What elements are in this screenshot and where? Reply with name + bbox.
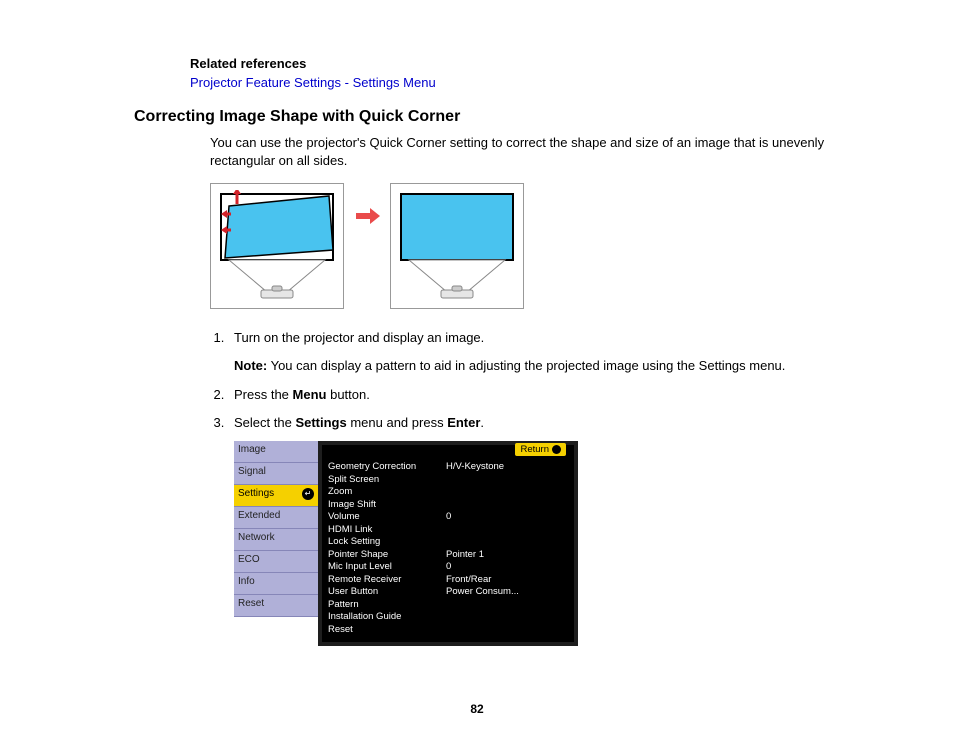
menu-row[interactable]: Zoom (328, 486, 568, 499)
step-3-bold-1: Settings (295, 415, 346, 430)
menu-row[interactable]: Image Shift (328, 499, 568, 512)
step-1: Turn on the projector and display an ima… (228, 329, 844, 374)
menu-row-label: Geometry Correction (328, 461, 446, 474)
enter-icon: ↵ (302, 488, 314, 500)
menu-row-label: Volume (328, 511, 446, 524)
menu-row-label: Split Screen (328, 474, 446, 487)
menu-row[interactable]: Mic Input Level0 (328, 561, 568, 574)
menu-row-label: Reset (328, 624, 446, 637)
nav-reset[interactable]: Reset (234, 595, 318, 617)
return-icon (552, 445, 561, 454)
menu-row-value (446, 499, 568, 512)
menu-row-value (446, 486, 568, 499)
menu-row[interactable]: Split Screen (328, 474, 568, 487)
related-references-link[interactable]: Projector Feature Settings - Settings Me… (190, 75, 844, 90)
step-3: Select the Settings menu and press Enter… (228, 414, 844, 432)
menu-row-value: Pointer 1 (446, 549, 568, 562)
nav-settings-label: Settings (238, 488, 274, 499)
menu-row-label: Pattern (328, 599, 446, 612)
after-frame (390, 183, 524, 309)
menu-row-value: 0 (446, 561, 568, 574)
menu-nav: Image Signal Settings↵ Extended Network … (234, 441, 318, 646)
step-3-post: . (480, 415, 484, 430)
related-references-heading: Related references (190, 56, 844, 71)
menu-row-label: Image Shift (328, 499, 446, 512)
step-2-post: button. (326, 387, 369, 402)
before-projector-icon (217, 190, 337, 302)
nav-settings[interactable]: Settings ↵ (234, 485, 318, 507)
section-title: Correcting Image Shape with Quick Corner (134, 108, 844, 126)
nav-eco[interactable]: ECO (234, 551, 318, 573)
nav-signal[interactable]: Signal (234, 463, 318, 485)
menu-row[interactable]: User ButtonPower Consum... (328, 586, 568, 599)
steps-list: Turn on the projector and display an ima… (210, 329, 844, 431)
menu-row[interactable]: Lock Setting (328, 536, 568, 549)
before-frame (210, 183, 344, 309)
step-3-mid: menu and press (347, 415, 447, 430)
step-1-note: Note: You can display a pattern to aid i… (234, 357, 844, 375)
menu-row[interactable]: Pointer ShapePointer 1 (328, 549, 568, 562)
menu-row-value: Front/Rear (446, 574, 568, 587)
return-button[interactable]: Return (515, 443, 566, 456)
menu-row-value (446, 611, 568, 624)
step-3-pre: Select the (234, 415, 295, 430)
menu-row-label: Mic Input Level (328, 561, 446, 574)
step-2-bold: Menu (293, 387, 327, 402)
nav-extended[interactable]: Extended (234, 507, 318, 529)
menu-row[interactable]: Geometry CorrectionH/V-Keystone (328, 461, 568, 474)
menu-row-value: 0 (446, 511, 568, 524)
menu-row-label: Lock Setting (328, 536, 446, 549)
after-projector-icon (397, 190, 517, 302)
menu-row-label: Remote Receiver (328, 574, 446, 587)
menu-row-value: H/V-Keystone (446, 461, 568, 474)
menu-row[interactable]: Reset (328, 624, 568, 637)
step-3-bold-2: Enter (447, 415, 480, 430)
nav-network[interactable]: Network (234, 529, 318, 551)
step-2: Press the Menu button. (228, 386, 844, 404)
note-prefix: Note: (234, 358, 267, 373)
return-label: Return (520, 444, 549, 455)
menu-row-label: HDMI Link (328, 524, 446, 537)
menu-row-value (446, 524, 568, 537)
menu-row-label: User Button (328, 586, 446, 599)
step-2-pre: Press the (234, 387, 293, 402)
menu-row[interactable]: HDMI Link (328, 524, 568, 537)
correction-diagram (210, 183, 844, 309)
menu-row[interactable]: Pattern (328, 599, 568, 612)
menu-row-value (446, 536, 568, 549)
menu-row-label: Pointer Shape (328, 549, 446, 562)
menu-screenshot: Image Signal Settings↵ Extended Network … (234, 441, 578, 646)
menu-row-label: Zoom (328, 486, 446, 499)
menu-row[interactable]: Installation Guide (328, 611, 568, 624)
arrow-right-icon (354, 206, 380, 226)
menu-row-value (446, 474, 568, 487)
menu-panel: Return Geometry CorrectionH/V-KeystoneSp… (318, 441, 578, 646)
menu-row[interactable]: Volume0 (328, 511, 568, 524)
menu-row[interactable]: Remote ReceiverFront/Rear (328, 574, 568, 587)
menu-row-value: Power Consum... (446, 586, 568, 599)
menu-row-value (446, 624, 568, 637)
step-1-text: Turn on the projector and display an ima… (234, 330, 484, 345)
menu-row-label: Installation Guide (328, 611, 446, 624)
intro-paragraph: You can use the projector's Quick Corner… (210, 134, 844, 169)
page-number: 82 (0, 702, 954, 716)
note-body: You can display a pattern to aid in adju… (267, 358, 785, 373)
nav-image[interactable]: Image (234, 441, 318, 463)
menu-row-value (446, 599, 568, 612)
nav-info[interactable]: Info (234, 573, 318, 595)
